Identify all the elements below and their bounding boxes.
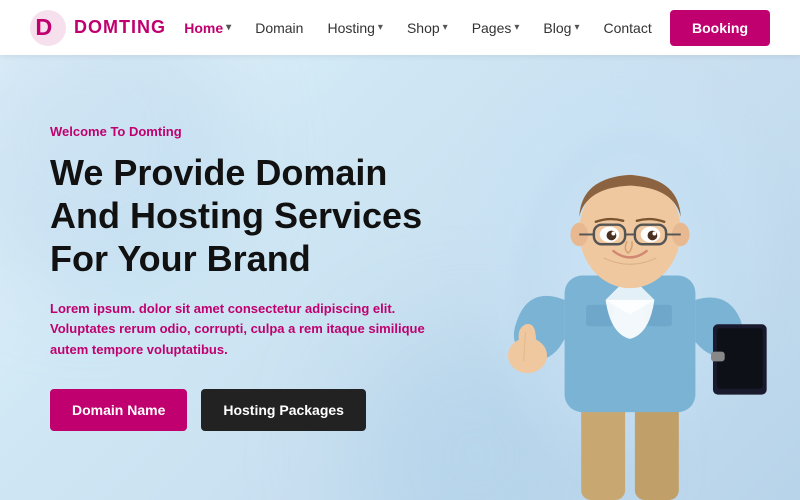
hero-person-image [460, 80, 800, 500]
brand-name: DOMTING [74, 17, 166, 38]
nav-item-home[interactable]: Home ▾ [184, 20, 231, 36]
logo[interactable]: D DOMTING [30, 10, 166, 46]
nav-item-pages[interactable]: Pages ▾ [472, 20, 520, 36]
nav-item-hosting[interactable]: Hosting ▾ [327, 20, 383, 36]
nav-links: Home ▾ Domain Hosting ▾ Shop ▾ Pages ▾ [184, 20, 651, 36]
nav-item-shop[interactable]: Shop ▾ [407, 20, 448, 36]
booking-button[interactable]: Booking [670, 10, 770, 46]
domain-name-button[interactable]: Domain Name [50, 389, 187, 431]
hero-description: Lorem ipsum. dolor sit amet consectetur … [50, 299, 430, 361]
person-illustration [475, 90, 785, 500]
svg-text:D: D [35, 14, 52, 40]
nav-link-hosting[interactable]: Hosting ▾ [327, 20, 383, 36]
nav-link-contact[interactable]: Contact [603, 20, 651, 36]
nav-item-contact[interactable]: Contact [603, 20, 651, 36]
chevron-down-icon: ▾ [514, 22, 519, 33]
hero-section: Welcome To Domting We Provide Domain And… [0, 55, 800, 500]
nav-link-pages[interactable]: Pages ▾ [472, 20, 520, 36]
hero-buttons: Domain Name Hosting Packages [50, 389, 430, 431]
nav-item-blog[interactable]: Blog ▾ [543, 20, 579, 36]
chevron-down-icon: ▾ [226, 22, 231, 33]
nav-link-shop[interactable]: Shop ▾ [407, 20, 448, 36]
hero-content: Welcome To Domting We Provide Domain And… [0, 124, 480, 431]
chevron-down-icon: ▾ [378, 22, 383, 33]
welcome-text: Welcome To Domting [50, 124, 430, 139]
nav-link-home[interactable]: Home ▾ [184, 20, 231, 36]
hosting-packages-button[interactable]: Hosting Packages [201, 389, 366, 431]
nav-link-domain[interactable]: Domain [255, 20, 303, 36]
chevron-down-icon: ▾ [443, 22, 448, 33]
hero-title: We Provide Domain And Hosting Services F… [50, 151, 430, 281]
nav-item-domain[interactable]: Domain [255, 20, 303, 36]
navbar: D DOMTING Home ▾ Domain Hosting ▾ Shop ▾ [0, 0, 800, 55]
nav-link-blog[interactable]: Blog ▾ [543, 20, 579, 36]
chevron-down-icon: ▾ [574, 22, 579, 33]
logo-icon: D [30, 10, 66, 46]
